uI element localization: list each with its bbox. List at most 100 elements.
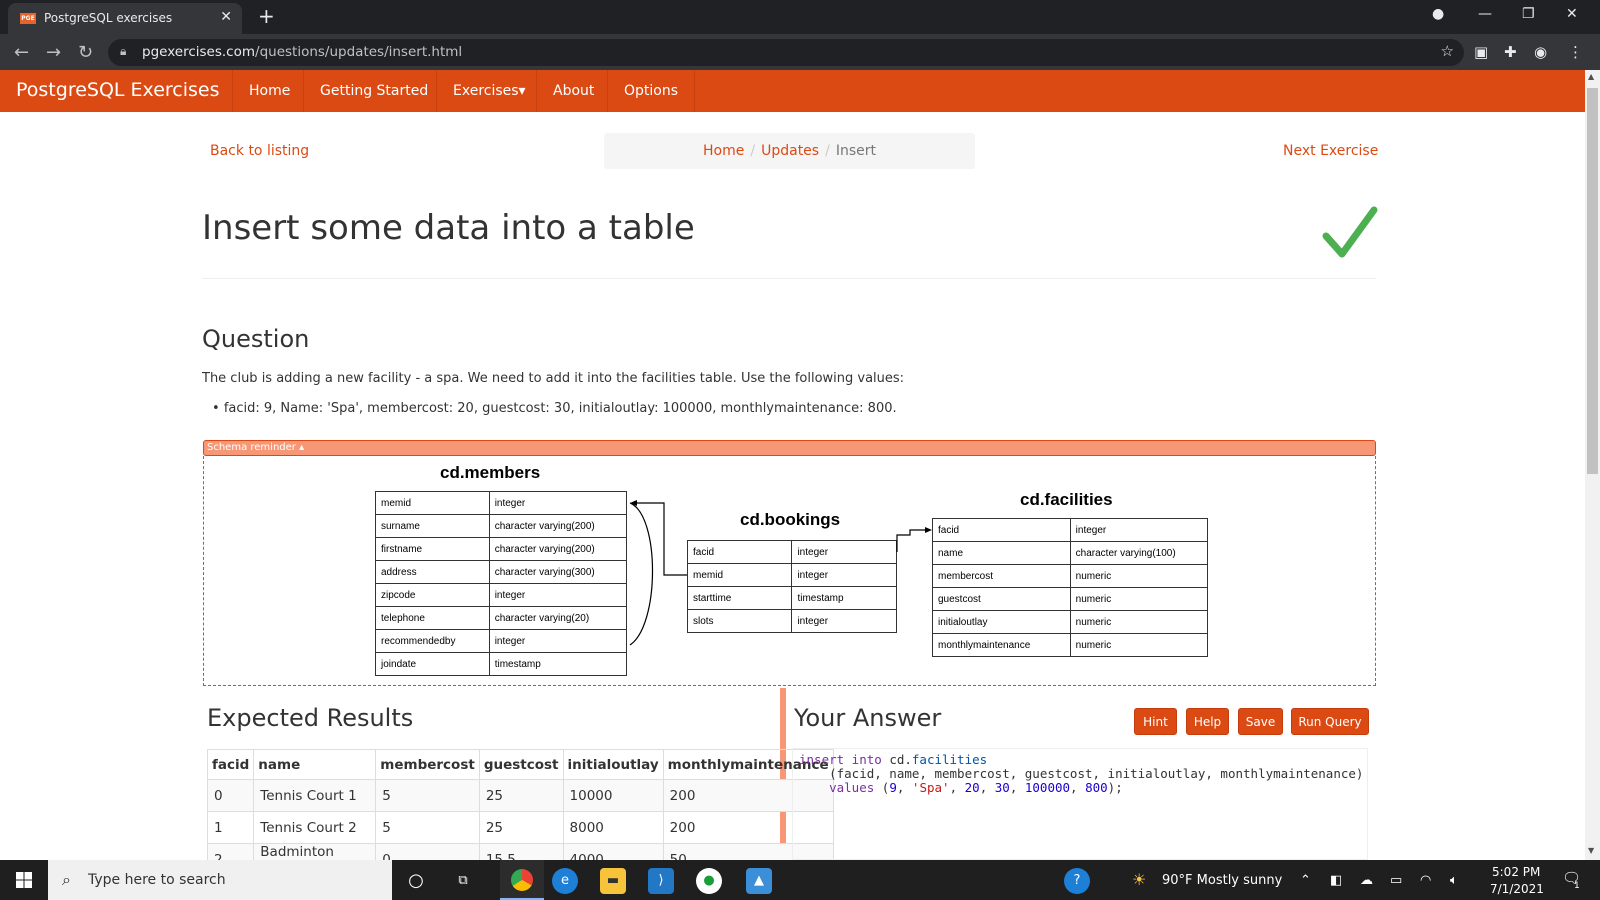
photos-icon[interactable]: ▲ — [746, 868, 772, 894]
hint-button[interactable]: Hint — [1134, 708, 1177, 735]
restore-icon[interactable]: ❐ — [1522, 6, 1535, 22]
nav-getting-started[interactable]: Getting Started — [303, 70, 444, 112]
title-divider — [202, 278, 1376, 279]
address-bar: ← → ↻ 🔒︎ pgexercises.com/questions/updat… — [0, 34, 1600, 70]
new-tab-icon[interactable]: + — [258, 4, 275, 28]
facilities-column-row: guestcost numeric — [932, 587, 1209, 611]
edge-icon[interactable]: e — [552, 868, 578, 894]
question-text: The club is adding a new facility - a sp… — [202, 371, 905, 386]
help-button[interactable]: Help — [1186, 708, 1229, 735]
next-exercise-link[interactable]: Next Exercise — [1283, 143, 1378, 159]
facilities-column-row: monthlymaintenance numeric — [932, 633, 1209, 657]
breadcrumb-current: Insert — [835, 143, 876, 159]
help-app-icon[interactable]: ? — [1064, 868, 1090, 894]
volume-icon[interactable]: 🔈︎ — [1450, 873, 1458, 888]
table-row: 1 Tennis Court 2 5 25 8000 200 — [206, 811, 834, 844]
expected-results-table: facid name membercost guestcost initialoutla… — [206, 749, 834, 877]
run-query-button[interactable]: Run Query — [1291, 708, 1369, 735]
wifi-icon[interactable]: ◠ — [1420, 873, 1431, 888]
members-column-row: telephone character varying(20) — [375, 606, 628, 630]
nav-exercises-dropdown[interactable]: Exercises▾ — [436, 70, 542, 112]
battery-icon[interactable]: ▭ — [1390, 873, 1402, 888]
back-arrow-icon[interactable]: ← — [14, 42, 29, 63]
chrome-taskbar-icon[interactable] — [500, 860, 544, 900]
site-brand[interactable]: PostgreSQL Exercises — [16, 79, 220, 101]
windows-taskbar: ⌕ Type here to search ○ ⧉ e ▬ ⟩ ● ▲ ? ☀ … — [0, 860, 1600, 900]
onedrive-cloud-icon[interactable]: ☁ — [1360, 873, 1373, 888]
column-name: monthlymaintenance — [932, 633, 1071, 657]
window-close-icon[interactable]: ✕ — [1566, 6, 1578, 22]
page-title: Insert some data into a table — [202, 208, 695, 248]
profile-avatar-icon[interactable]: ◉ — [1534, 43, 1547, 61]
taskbar-search-box[interactable]: ⌕ Type here to search — [48, 860, 392, 900]
url-path: /questions/updates/insert.html — [255, 44, 463, 60]
tray-chevron-icon[interactable]: ⌃ — [1300, 873, 1311, 888]
scrollbar-thumb[interactable] — [1587, 88, 1598, 474]
kebab-menu-icon[interactable]: ⋮ — [1568, 43, 1583, 61]
nav-home[interactable]: Home — [232, 70, 306, 112]
results-cell: 25 — [478, 779, 564, 812]
results-cell: 8000 — [562, 811, 664, 844]
column-name: telephone — [375, 606, 490, 630]
column-type: character varying(200) — [488, 537, 628, 561]
members-table: memid integer surname character varying(200… — [375, 491, 628, 676]
puzzle-extensions-icon[interactable]: ✚ — [1504, 43, 1517, 61]
results-column-header: facid — [206, 749, 255, 780]
clock-time[interactable]: 5:02 PM — [1492, 865, 1540, 879]
task-view-icon[interactable]: ⧉ — [450, 868, 476, 894]
vscode-icon[interactable]: ⟩ — [648, 868, 674, 894]
windows-start-icon[interactable] — [16, 872, 32, 888]
search-icon: ⌕ — [62, 870, 71, 889]
close-tab-icon[interactable]: ✕ — [220, 9, 232, 25]
bookmark-star-icon[interactable]: ☆ — [1441, 42, 1454, 60]
minimize-icon[interactable]: — — [1478, 6, 1492, 22]
column-type: character varying(200) — [488, 514, 628, 538]
profile-menu-icon[interactable]: ● — [1432, 6, 1444, 22]
completed-check-icon — [1322, 206, 1378, 258]
scroll-up-icon[interactable]: ▲ — [1588, 72, 1594, 81]
meet-now-icon[interactable]: ◧ — [1330, 873, 1342, 888]
column-type: numeric — [1069, 564, 1209, 588]
column-name: facid — [932, 518, 1071, 542]
forward-arrow-icon[interactable]: → — [46, 42, 61, 63]
results-cell: Tennis Court 2 — [253, 811, 377, 844]
cortana-icon[interactable]: ○ — [403, 868, 429, 894]
memid-relation — [634, 502, 687, 576]
facid-relation — [896, 529, 928, 552]
extension-icon[interactable]: ▣ — [1474, 43, 1488, 61]
url-field[interactable]: 🔒︎ pgexercises.com/questions/updates/ins… — [108, 39, 1464, 66]
members-column-row: memid integer — [375, 491, 628, 515]
results-column-header: initialoutlay — [562, 749, 664, 780]
nav-about[interactable]: About — [536, 70, 610, 112]
app-leaf-icon[interactable]: ● — [696, 868, 722, 894]
page-scrollbar[interactable]: ▲ ▼ — [1585, 70, 1600, 860]
column-type: integer — [488, 583, 628, 607]
reload-icon[interactable]: ↻ — [78, 42, 93, 63]
save-button[interactable]: Save — [1238, 708, 1283, 735]
question-heading: Question — [202, 325, 310, 353]
sql-editor[interactable]: insert into cd.facilities (facid, name, … — [792, 748, 1368, 860]
column-type: numeric — [1069, 633, 1209, 657]
site-navbar: PostgreSQL Exercises Home Getting Starte… — [0, 70, 1585, 112]
site-favicon-icon: PGE — [20, 13, 36, 24]
breadcrumb-home[interactable]: Home — [703, 143, 744, 159]
column-type: integer — [1069, 518, 1209, 542]
back-to-listing-link[interactable]: Back to listing — [210, 143, 309, 159]
results-cell: 5 — [375, 811, 480, 844]
chrome-icon — [511, 868, 533, 891]
question-values-text: facid: 9, Name: 'Spa', membercost: 20, g… — [223, 401, 897, 416]
breadcrumb-updates[interactable]: Updates — [761, 143, 819, 159]
weather-text[interactable]: 90°F Mostly sunny — [1162, 873, 1282, 888]
facilities-table: facid integer name character varying(100) me… — [932, 518, 1209, 657]
members-column-row: joindate timestamp — [375, 652, 628, 676]
column-name: joindate — [375, 652, 490, 676]
members-column-row: address character varying(300) — [375, 560, 628, 584]
schema-reminder-toggle[interactable]: Schema reminder ▴ — [203, 440, 1376, 456]
nav-options[interactable]: Options — [607, 70, 696, 112]
scroll-down-icon[interactable]: ▼ — [1588, 846, 1594, 855]
clock-date[interactable]: 7/1/2021 — [1490, 882, 1544, 896]
browser-tab[interactable]: PGE PostgreSQL exercises ✕ — [8, 3, 242, 34]
column-type: integer — [488, 491, 628, 515]
file-explorer-icon[interactable]: ▬ — [600, 868, 626, 894]
members-table-title: cd.members — [440, 463, 541, 482]
